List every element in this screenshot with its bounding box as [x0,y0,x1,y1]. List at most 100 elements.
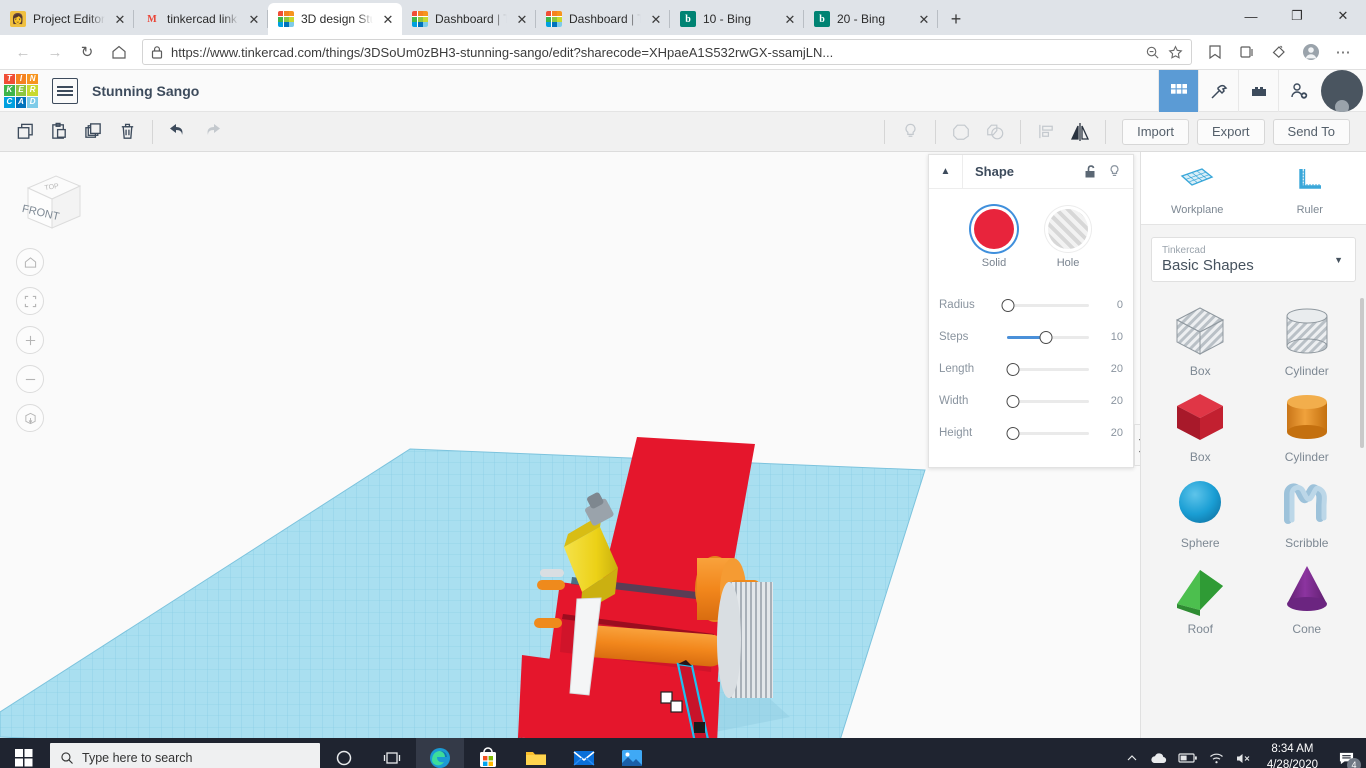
redo-icon[interactable] [195,115,229,149]
notifications-button[interactable]: 4 [1332,738,1361,768]
browser-tab[interactable]: Dashboard | Tinke ✕ [536,3,670,35]
workplane[interactable]: Workplane [0,448,926,738]
windows-icon[interactable] [0,738,48,768]
onedrive-icon[interactable] [1149,752,1167,765]
new-tab-button[interactable]: + [942,5,970,33]
cortana-icon[interactable] [320,738,368,768]
ortho-view-icon[interactable] [16,404,44,432]
battery-icon[interactable] [1178,752,1198,764]
photos-icon[interactable] [608,738,656,768]
undo-icon[interactable] [161,115,195,149]
browser-tab[interactable]: M tinkercad link - da ✕ [134,3,268,35]
collections-icon[interactable] [1232,38,1262,66]
slider-width[interactable]: Width 20 [929,385,1133,417]
zoom-out-icon[interactable] [16,365,44,393]
slider-knob[interactable] [1039,330,1053,344]
tab-close-icon[interactable]: ✕ [380,11,396,27]
workplane-tool[interactable]: Workplane [1141,166,1254,216]
tab-close-icon[interactable]: ✕ [916,11,932,27]
tab-close-icon[interactable]: ✕ [514,11,530,27]
ruler-tool[interactable]: Ruler [1254,166,1366,216]
mail-icon[interactable] [560,738,608,768]
reload-icon[interactable]: ↻ [72,38,102,66]
hole-mode-option[interactable]: Hole [1048,209,1088,269]
copy-icon[interactable] [8,115,42,149]
light-bulb-icon[interactable] [1108,164,1121,179]
ungroup-icon[interactable] [978,115,1012,149]
slider-height[interactable]: Height 20 [929,417,1133,449]
slider-track[interactable] [1001,298,1089,312]
fit-view-icon[interactable] [16,287,44,315]
store-icon[interactable] [464,738,512,768]
back-icon[interactable]: ← [8,38,38,66]
shape-item-roof[interactable]: Roof [1147,554,1254,636]
extensions-icon[interactable] [1264,38,1294,66]
mirror-icon[interactable] [1063,115,1097,149]
shape-library-select[interactable]: Tinkercad Basic Shapes ▼ [1151,237,1356,282]
shape-item-cylinder[interactable]: Cylinder [1254,382,1361,464]
slider-track[interactable] [1006,362,1089,376]
slider-radius[interactable]: Radius 0 [929,289,1133,321]
tab-close-icon[interactable]: ✕ [246,11,262,27]
slider-knob[interactable] [1001,298,1015,312]
shape-item-box[interactable]: Box [1147,382,1254,464]
import-button[interactable]: Import [1122,118,1189,145]
browser-tab[interactable]: b 10 - Bing ✕ [670,3,804,35]
hammer-icon[interactable] [1198,69,1238,112]
view-cube[interactable]: TOP FRONT [14,166,86,238]
solid-mode-option[interactable]: Solid [974,209,1014,269]
export-button[interactable]: Export [1196,118,1265,145]
delete-icon[interactable] [110,115,144,149]
design-menu-icon[interactable] [52,77,78,104]
favorites-icon[interactable] [1200,38,1230,66]
zoom-out-page-icon[interactable] [1145,45,1160,60]
slider-knob[interactable] [1006,394,1020,408]
shape-item-sphere[interactable]: Sphere [1147,468,1254,550]
light-bulb-icon[interactable] [893,115,927,149]
blocks-icon[interactable] [1238,69,1278,112]
add-person-icon[interactable] [1278,69,1318,112]
task-view-icon[interactable] [368,738,416,768]
edge-icon[interactable] [416,738,464,768]
shape-item-cone[interactable]: Cone [1254,554,1361,636]
explorer-icon[interactable] [512,738,560,768]
bookmark-star-icon[interactable] [1168,44,1183,60]
profile-icon[interactable] [1296,38,1326,66]
address-bar[interactable]: https://www.tinkercad.com/things/3DSoUm0… [142,39,1192,65]
sidebar-scrollbar[interactable] [1360,298,1364,448]
home-icon[interactable] [104,38,134,66]
chevron-up-icon[interactable] [1126,752,1138,764]
maximize-button[interactable]: ❐ [1274,0,1320,32]
tinkercad-logo[interactable]: T I N K E R C A D [4,73,38,108]
paste-icon[interactable] [42,115,76,149]
slider-length[interactable]: Length 20 [929,353,1133,385]
shape-item-box-hole[interactable]: Box [1147,296,1254,378]
slider-track[interactable] [1006,394,1089,408]
slider-steps[interactable]: Steps 10 [929,321,1133,353]
wifi-icon[interactable] [1209,752,1225,765]
resize-handle[interactable] [670,700,683,713]
tab-close-icon[interactable]: ✕ [782,11,798,27]
browser-tab[interactable]: Dashboard | Tinke ✕ [402,3,536,35]
slider-track[interactable] [1007,330,1089,344]
browser-tab[interactable]: b 20 - Bing ✕ [804,3,938,35]
browser-tab-active[interactable]: 3D design Stunnin ✕ [268,3,402,35]
minimize-button[interactable]: — [1228,0,1274,32]
send-to-button[interactable]: Send To [1272,118,1350,145]
tab-close-icon[interactable]: ✕ [112,11,128,27]
tab-close-icon[interactable]: ✕ [648,11,664,27]
zoom-in-icon[interactable] [16,326,44,354]
forward-icon[interactable]: → [40,38,70,66]
chevron-up-icon[interactable]: ▲ [929,154,963,189]
search-input[interactable]: Type here to search [50,743,320,768]
shape-item-cylinder-hole[interactable]: Cylinder [1254,296,1361,378]
shape-item-scribble[interactable]: Scribble [1254,468,1361,550]
slider-knob[interactable] [1006,426,1020,440]
slider-knob[interactable] [1006,362,1020,376]
resize-handle[interactable] [660,691,673,704]
align-icon[interactable] [1029,115,1063,149]
duplicate-icon[interactable] [76,115,110,149]
slider-track[interactable] [1006,426,1089,440]
unlock-icon[interactable] [1084,164,1098,179]
group-icon[interactable] [944,115,978,149]
